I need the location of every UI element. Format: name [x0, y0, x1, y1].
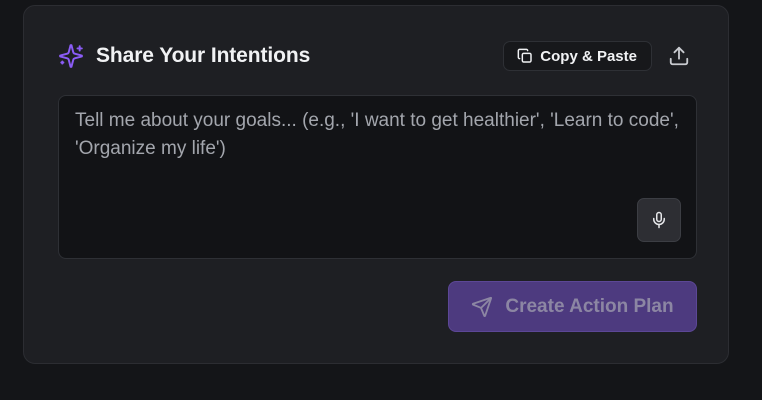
share-button[interactable]: [664, 41, 694, 71]
create-action-plan-button[interactable]: Create Action Plan: [448, 281, 697, 332]
copy-paste-label: Copy & Paste: [540, 47, 637, 65]
create-action-plan-label: Create Action Plan: [505, 295, 674, 317]
intentions-input[interactable]: [59, 96, 696, 258]
header-actions: Copy & Paste: [503, 41, 694, 71]
copy-paste-button[interactable]: Copy & Paste: [503, 41, 652, 71]
intentions-card: Share Your Intentions Copy & Paste Tell …: [23, 5, 729, 364]
copy-icon: [517, 48, 533, 64]
card-header: Share Your Intentions Copy & Paste: [58, 40, 694, 72]
intentions-input-container: [58, 95, 697, 259]
send-icon: [471, 296, 493, 318]
sparkles-icon: [58, 43, 84, 69]
card-title: Share Your Intentions: [96, 44, 311, 67]
microphone-icon: [650, 211, 668, 229]
voice-input-button[interactable]: [637, 198, 681, 242]
upload-share-icon: [668, 45, 690, 67]
